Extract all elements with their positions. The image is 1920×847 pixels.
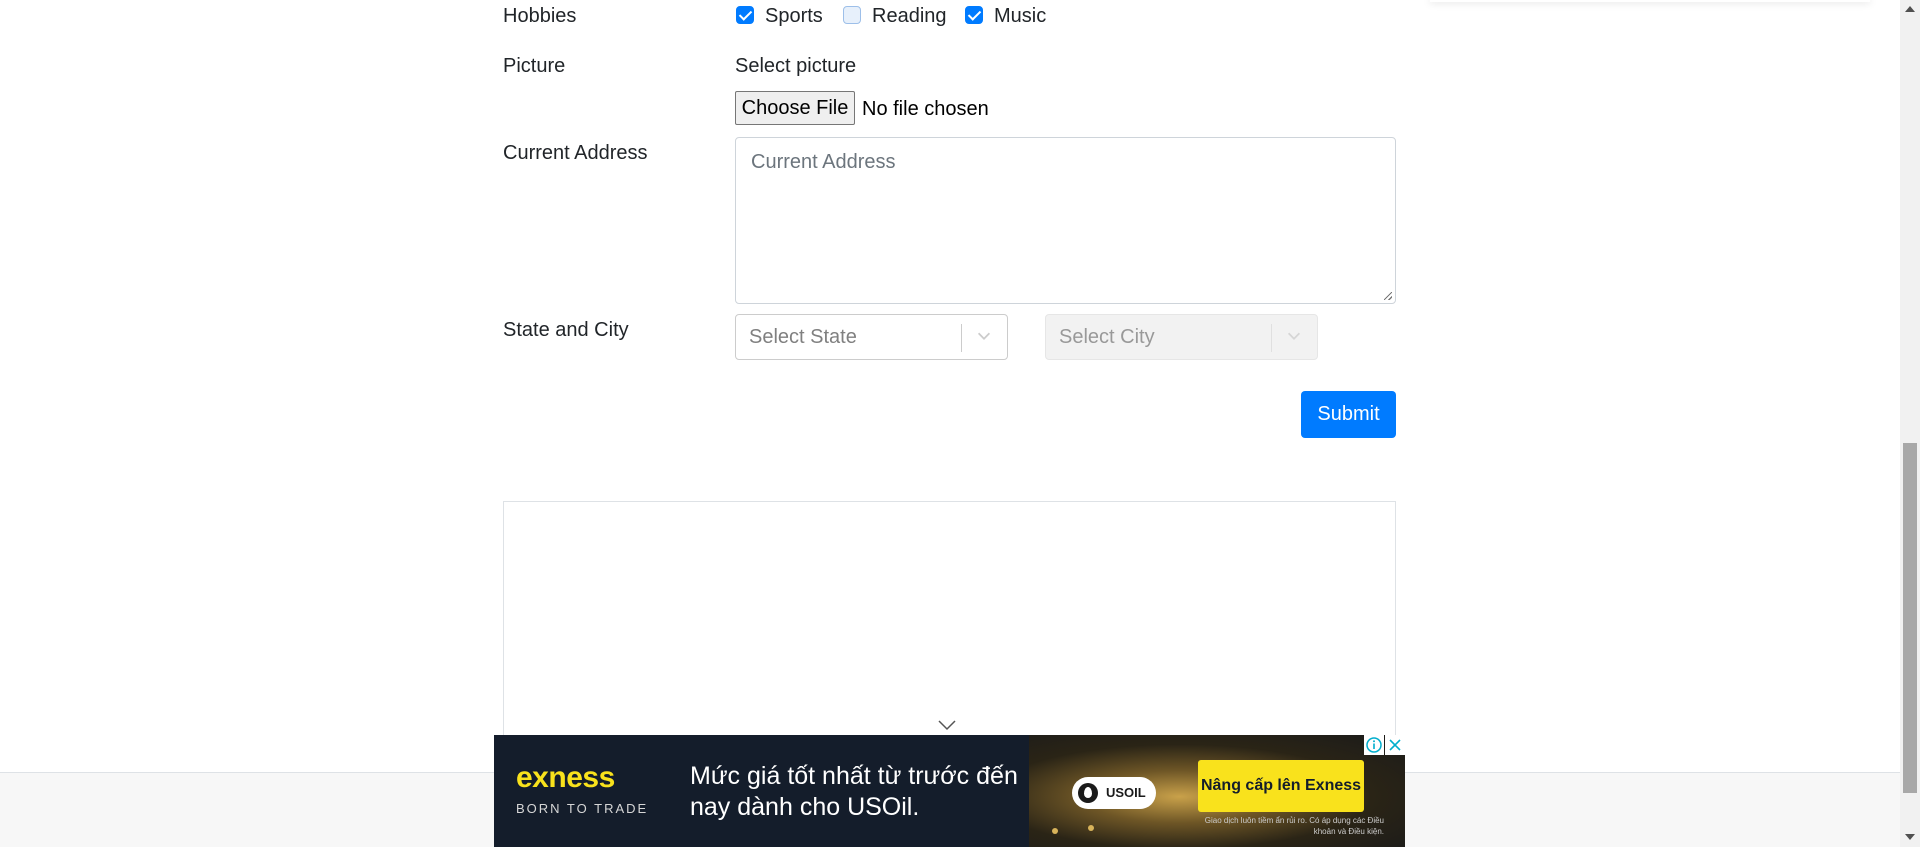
chevron-down-icon[interactable] — [937, 719, 957, 731]
select-picture-label: Select picture — [735, 55, 857, 77]
picture-label: Picture — [503, 55, 566, 77]
scrollbar-thumb[interactable] — [1903, 443, 1917, 793]
scroll-up-arrow-icon[interactable] — [1905, 6, 1915, 12]
city-select-separator — [1271, 324, 1272, 352]
scroll-down-arrow-icon[interactable] — [1905, 834, 1915, 840]
state-select-placeholder: Select State — [749, 326, 857, 348]
ad-brand-logo: exness — [516, 761, 615, 794]
hobbies-label: Hobbies — [503, 5, 577, 27]
top-panel-shadow — [1430, 0, 1870, 2]
state-city-label: State and City — [503, 319, 629, 341]
music-checkbox[interactable] — [965, 6, 983, 24]
chevron-down-icon — [1287, 332, 1301, 340]
ad-banner[interactable]: exness BORN TO TRADE Mức giá tốt nhất từ… — [494, 735, 1405, 847]
state-select-separator — [961, 324, 962, 352]
reading-checkbox-label[interactable]: Reading — [872, 5, 947, 28]
sports-checkbox[interactable] — [736, 6, 754, 24]
oil-drop-icon — [1078, 783, 1098, 803]
choose-file-button[interactable]: Choose File — [735, 91, 855, 125]
submit-button[interactable]: Submit — [1301, 391, 1396, 438]
music-checkbox-label[interactable]: Music — [994, 5, 1046, 28]
ad-disclaimer: Giao dịch luôn tiềm ẩn rủi ro. Có áp dụn… — [1204, 816, 1384, 836]
ad-decoration-dot — [1052, 828, 1058, 834]
chevron-down-icon[interactable] — [975, 327, 993, 345]
ad-info-icon[interactable] — [1364, 735, 1384, 755]
current-address-placeholder: Current Address — [751, 151, 896, 173]
state-select[interactable]: Select State — [735, 314, 1008, 360]
sports-checkbox-label[interactable]: Sports — [765, 5, 823, 28]
file-status-text: No file chosen — [862, 98, 989, 120]
ad-usoil-badge: USOIL — [1072, 777, 1156, 809]
city-select-placeholder: Select City — [1059, 326, 1155, 348]
ad-cta-button[interactable]: Nâng cấp lên Exness — [1198, 760, 1364, 812]
ad-tagline: BORN TO TRADE — [516, 801, 649, 816]
ad-usoil-badge-text: USOIL — [1106, 785, 1146, 800]
resize-grip-icon[interactable] — [1384, 292, 1392, 300]
current-address-textarea[interactable]: Current Address — [735, 137, 1396, 304]
city-select: Select City — [1045, 314, 1318, 360]
ad-headline: Mức giá tốt nhất từ trước đến nay dành c… — [690, 762, 1018, 821]
ad-close-icon[interactable] — [1385, 735, 1405, 755]
current-address-label: Current Address — [503, 142, 648, 164]
ad-decoration-dot — [1088, 825, 1094, 831]
reading-checkbox[interactable] — [843, 6, 861, 24]
